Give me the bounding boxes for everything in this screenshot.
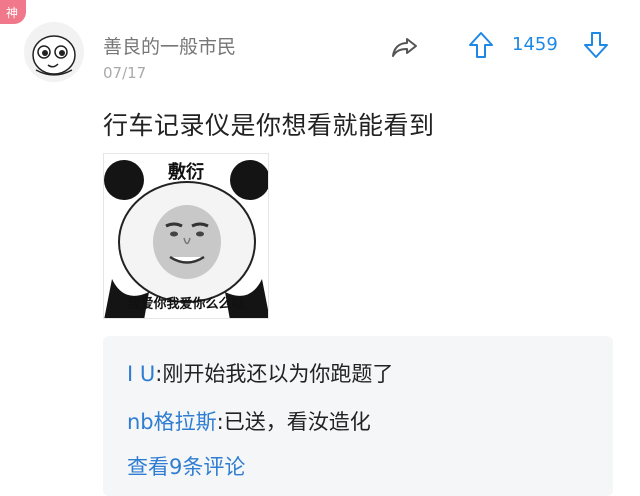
avatar[interactable] [24, 22, 84, 82]
avatar-image [32, 35, 76, 76]
comment-text: 刚开始我还以为你跑题了 [162, 362, 394, 386]
arrow-down-icon[interactable] [582, 30, 610, 60]
vote-count: 1459 [512, 34, 558, 55]
god-comment-badge: 神 [0, 0, 26, 24]
view-more-comments-link[interactable]: 查看9条评论 [127, 451, 245, 481]
meme-caption-top: 敷衍 [168, 162, 204, 183]
comments-panel: I U:刚开始我还以为你跑题了 nb格拉斯:已送，看汝造化 查看9条评论 [103, 336, 613, 496]
post-date: 07/17 [103, 64, 147, 82]
comment-item[interactable]: nb格拉斯:已送，看汝造化 [127, 406, 371, 436]
meme-caption-bottom: 我爱你我爱你么么哒 [127, 297, 245, 312]
post-text: 行车记录仪是你想看就能看到 [103, 111, 435, 140]
comment-separator: : [216, 410, 224, 434]
username[interactable]: 善良的一般市民 [103, 32, 236, 59]
comment-text: 已送，看汝造化 [223, 410, 371, 434]
share-icon[interactable] [390, 32, 420, 62]
comment-author[interactable]: I U [127, 362, 155, 386]
comment-author[interactable]: nb格拉斯 [127, 410, 217, 434]
comment-item[interactable]: I U:刚开始我还以为你跑题了 [127, 358, 393, 388]
arrow-up-icon[interactable] [467, 30, 495, 60]
meme-image[interactable]: 敷衍 我爱你我爱你么么哒 [103, 153, 269, 319]
